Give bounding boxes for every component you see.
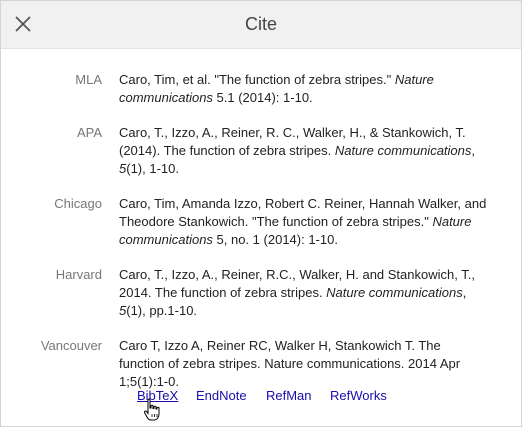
citation-row-apa: APA Caro, T., Izzo, A., Reiner, R. C., W… — [1, 124, 521, 178]
citation-style-label: Harvard — [55, 267, 102, 282]
citation-style-label: Vancouver — [40, 338, 102, 353]
citation-text[interactable]: Caro, Tim, Amanda Izzo, Robert C. Reiner… — [119, 195, 489, 249]
refworks-link[interactable]: RefWorks — [330, 387, 387, 405]
citation-text[interactable]: Caro, T., Izzo, A., Reiner, R.C., Walker… — [119, 266, 489, 320]
citation-row-chicago: Chicago Caro, Tim, Amanda Izzo, Robert C… — [1, 195, 521, 249]
hand-cursor-icon — [143, 398, 160, 421]
citation-style-label: APA — [76, 125, 102, 140]
citation-text[interactable]: Caro, Tim, et al. "The function of zebra… — [119, 71, 489, 107]
dialog-title: Cite — [244, 14, 277, 34]
citation-text[interactable]: Caro T, Izzo A, Reiner RC, Walker H, Sta… — [119, 337, 489, 391]
citation-row-vancouver: Vancouver Caro T, Izzo A, Reiner RC, Wal… — [1, 337, 521, 391]
cite-dialog: Cite MLA Caro, Tim, et al. "The function… — [0, 0, 522, 427]
export-links: BibTeX EndNote RefMan RefWorks — [1, 387, 521, 405]
citation-list: MLA Caro, Tim, et al. "The function of z… — [1, 71, 521, 408]
citation-row-mla: MLA Caro, Tim, et al. "The function of z… — [1, 71, 521, 107]
endnote-link[interactable]: EndNote — [196, 387, 247, 405]
citation-style-label: MLA — [75, 72, 102, 87]
citation-style-label: Chicago — [54, 196, 102, 211]
citation-row-harvard: Harvard Caro, T., Izzo, A., Reiner, R.C.… — [1, 266, 521, 320]
citation-text[interactable]: Caro, T., Izzo, A., Reiner, R. C., Walke… — [119, 124, 489, 178]
dialog-header: Cite — [1, 1, 521, 49]
refman-link[interactable]: RefMan — [266, 387, 312, 405]
